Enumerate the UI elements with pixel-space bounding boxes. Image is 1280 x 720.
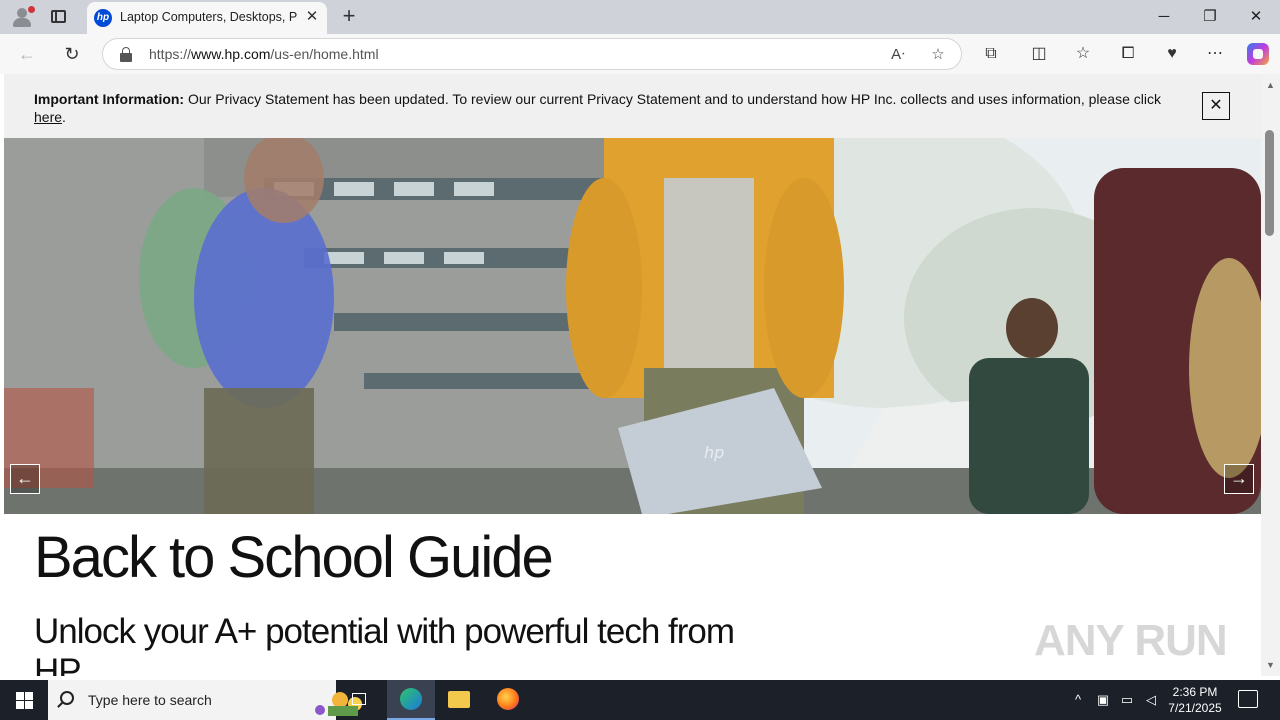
- windows-start-icon[interactable]: [0, 680, 48, 720]
- show-hidden-icons-icon[interactable]: ^: [1070, 692, 1086, 708]
- firefox-icon[interactable]: [484, 680, 532, 720]
- file-explorer-icon[interactable]: [436, 680, 484, 720]
- minimize-button[interactable]: ─: [1141, 0, 1187, 34]
- taskbar-clock[interactable]: 2:36 PM 7/21/2025: [1166, 684, 1224, 716]
- task-view-icon[interactable]: [336, 680, 384, 720]
- close-notice-button[interactable]: ✕: [1202, 92, 1230, 120]
- network-icon[interactable]: ▭: [1119, 692, 1135, 708]
- hp-logo-icon: hp: [94, 9, 112, 27]
- read-aloud-icon[interactable]: Aᐧ: [887, 44, 909, 66]
- more-menu-icon[interactable]: ⋯: [1203, 42, 1227, 66]
- tab-title: Laptop Computers, Desktops, Printers, In…: [120, 10, 298, 24]
- url-text[interactable]: https://www.hp.com/us-en/home.html: [149, 46, 379, 62]
- hero-image: hp ← →: [4, 138, 1261, 514]
- scrollbar-thumb[interactable]: [1265, 130, 1274, 236]
- browser-tab-active[interactable]: hp Laptop Computers, Desktops, Printers,…: [87, 2, 327, 34]
- anyrun-watermark: ANY RUN: [1034, 616, 1228, 665]
- taskbar-search-box[interactable]: Type here to search: [48, 680, 362, 720]
- scroll-up-icon[interactable]: ▲: [1264, 78, 1277, 92]
- edge-taskbar-icon[interactable]: [387, 680, 435, 720]
- browser-toolbar: ← ↻ https://www.hp.com/us-en/home.html A…: [0, 34, 1280, 74]
- notification-center-icon[interactable]: [1238, 690, 1258, 708]
- carousel-prev-button[interactable]: ←: [10, 464, 40, 494]
- favorite-star-icon[interactable]: ☆: [927, 44, 949, 66]
- close-tab-icon[interactable]: ✕: [303, 8, 321, 26]
- page-scrollbar[interactable]: ▲ ▼: [1261, 74, 1280, 676]
- copilot-icon[interactable]: [1247, 43, 1269, 65]
- privacy-notice-banner: Important Information: Our Privacy State…: [4, 74, 1261, 138]
- close-window-button[interactable]: ✕: [1233, 0, 1279, 34]
- refresh-button[interactable]: ↻: [58, 40, 86, 68]
- back-button[interactable]: ←: [13, 40, 41, 68]
- tab-actions-icon[interactable]: [50, 8, 68, 24]
- page-headline: Back to School Guide: [34, 525, 554, 590]
- collections-icon[interactable]: ⧠: [1116, 42, 1140, 66]
- page-subheading: Unlock your A+ potential with powerful t…: [34, 612, 735, 676]
- windows-taskbar: Type here to search ^ ▣ ▭ ◁ 2:36 PM 7/21…: [0, 680, 1280, 720]
- split-screen-icon[interactable]: ◫: [1027, 42, 1051, 66]
- restore-button[interactable]: ❐: [1187, 0, 1233, 34]
- address-bar[interactable]: https://www.hp.com/us-en/home.html Aᐧ ☆: [102, 38, 962, 70]
- clock-date: 7/21/2025: [1168, 701, 1222, 715]
- search-placeholder: Type here to search: [88, 692, 212, 708]
- page-viewport: Important Information: Our Privacy State…: [4, 74, 1261, 676]
- device-icon[interactable]: ▣: [1095, 692, 1111, 708]
- favorites-icon[interactable]: ☆: [1071, 42, 1095, 66]
- search-icon: [60, 691, 74, 705]
- volume-icon[interactable]: ◁: [1143, 692, 1159, 708]
- privacy-notice-link[interactable]: here: [34, 109, 62, 125]
- browser-tab-strip: hp Laptop Computers, Desktops, Printers,…: [0, 0, 1280, 34]
- profile-icon[interactable]: [10, 5, 35, 29]
- privacy-notice-text: Important Information: Our Privacy State…: [34, 91, 1161, 125]
- students-walking-campus-photo: hp: [4, 138, 1261, 514]
- svg-text:hp: hp: [704, 443, 724, 462]
- browser-essentials-icon[interactable]: ♥: [1160, 42, 1184, 66]
- extensions-icon[interactable]: ⧉: [979, 42, 1003, 66]
- new-tab-button[interactable]: +: [337, 4, 361, 28]
- clock-time: 2:36 PM: [1172, 685, 1218, 699]
- lock-icon[interactable]: [119, 47, 133, 62]
- carousel-next-button[interactable]: →: [1224, 464, 1254, 494]
- scroll-down-icon[interactable]: ▼: [1264, 658, 1277, 672]
